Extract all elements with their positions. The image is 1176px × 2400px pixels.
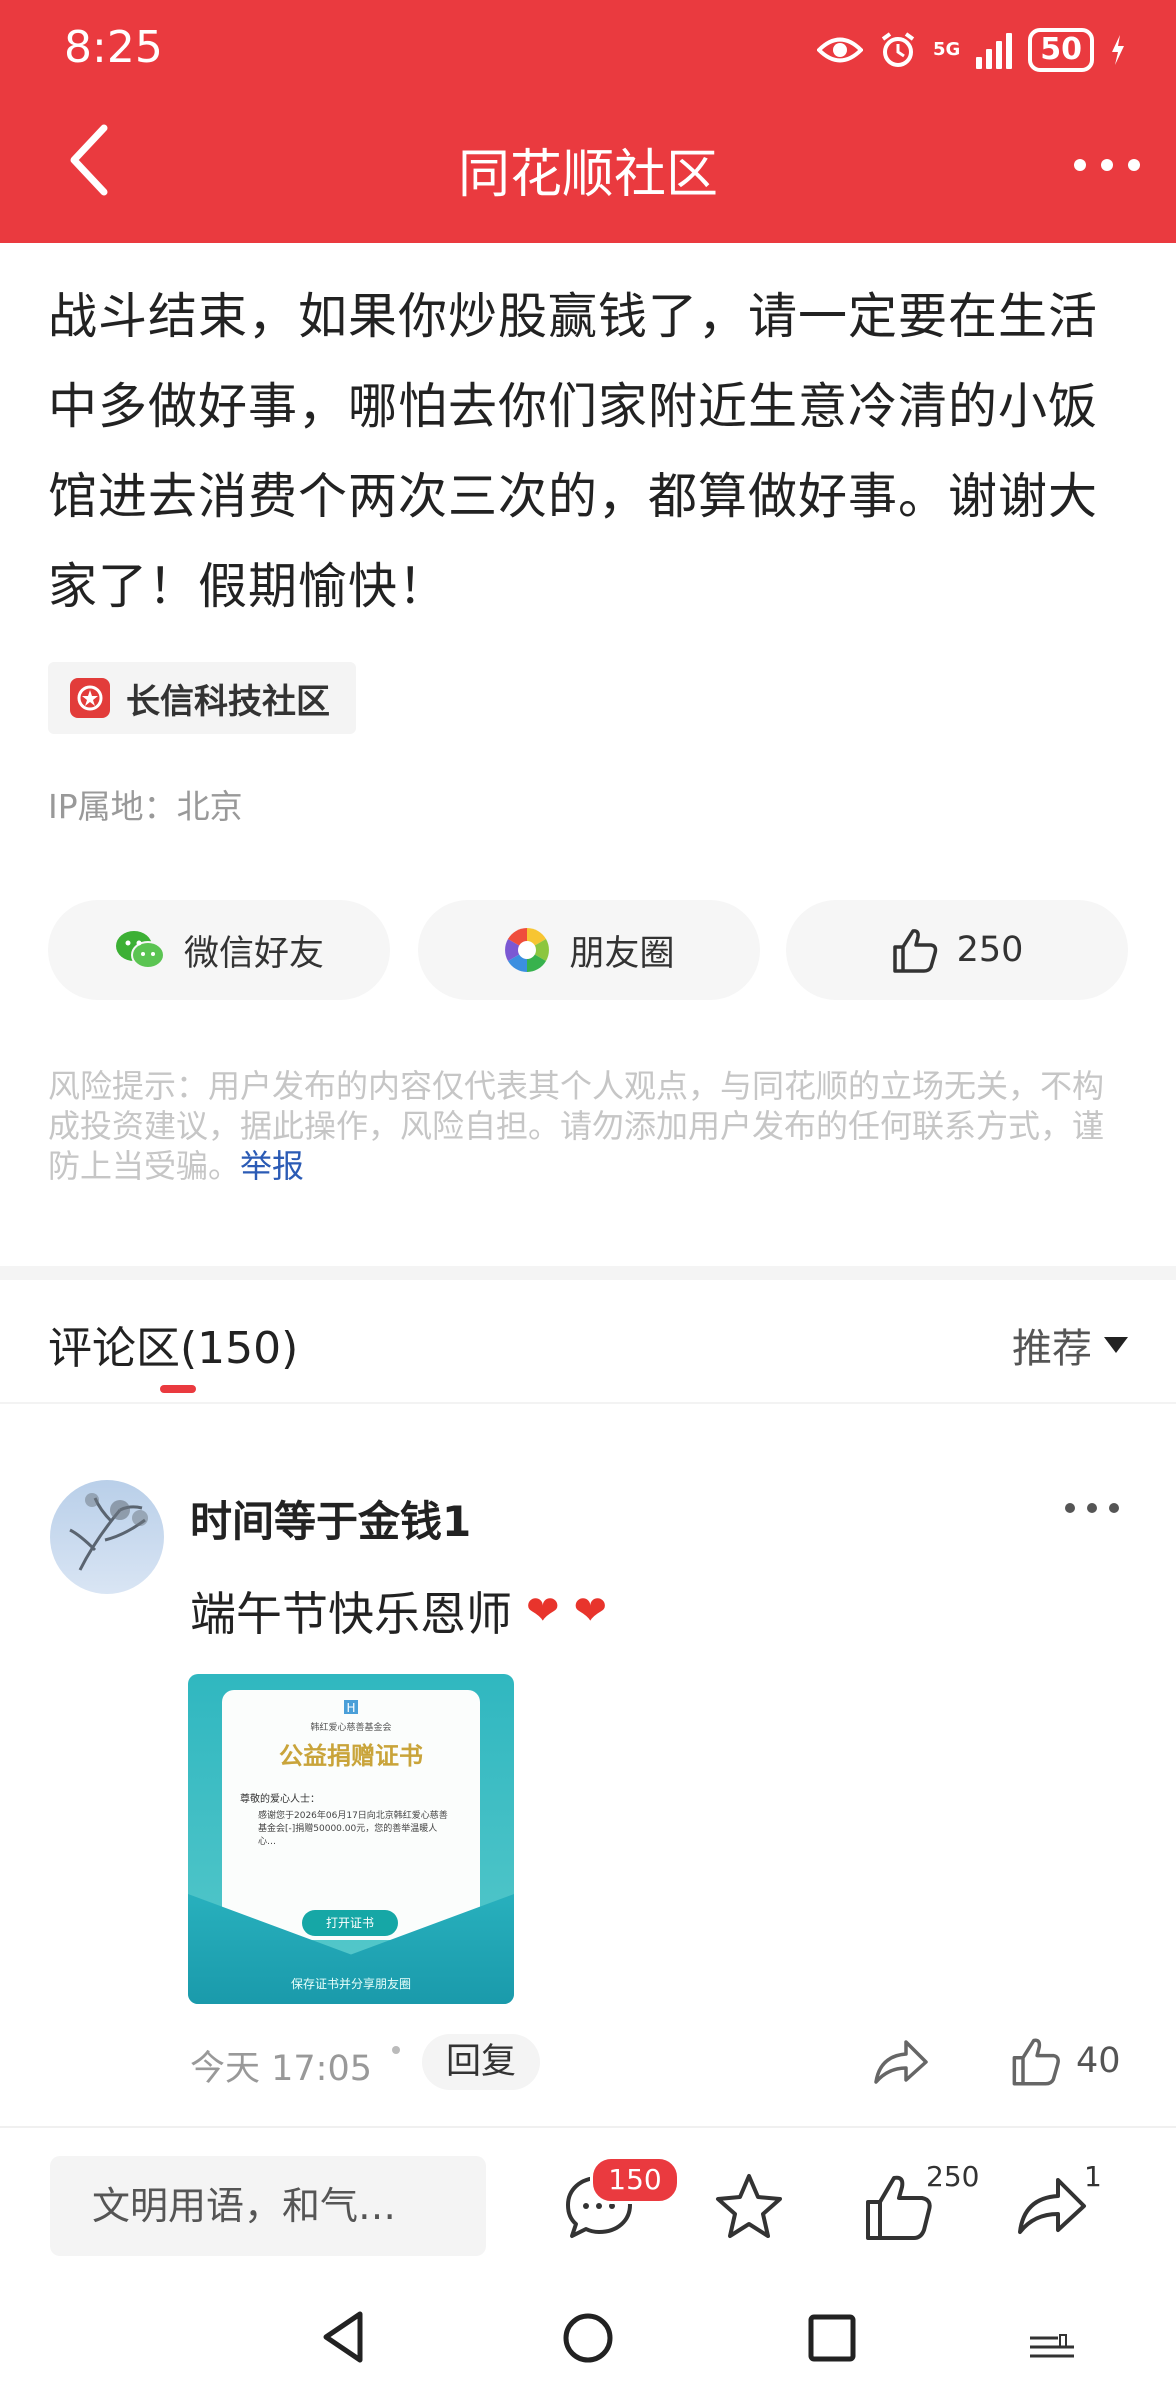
more-options-icon[interactable] — [1072, 150, 1142, 180]
comment-time: 今天 17:05 — [190, 2049, 372, 2089]
thumbs-up-icon — [892, 929, 937, 973]
section-divider — [0, 1266, 1176, 1280]
eye-icon — [816, 37, 863, 63]
share-wechat-button[interactable]: 微信好友 — [48, 900, 390, 1000]
charging-icon — [1112, 35, 1124, 65]
signal-icon — [976, 31, 1013, 69]
nav-home-icon[interactable] — [562, 2312, 614, 2364]
community-logo-icon — [70, 678, 110, 718]
certificate-greeting: 尊敬的爱心人士： — [240, 1794, 320, 1805]
reply-button[interactable]: 回复 — [422, 2034, 541, 2090]
watermark-icon — [1030, 2334, 1074, 2358]
open-certificate-button: 打开证书 — [302, 1910, 398, 1936]
report-link[interactable]: 举报 — [240, 1147, 304, 1185]
divider-line — [0, 1402, 1176, 1404]
risk-notice-text: 风险提示：用户发布的内容仅代表其个人观点，与同花顺的立场无关，不构成投资建议，据… — [48, 1067, 1105, 1185]
battery-indicator: 50 — [1028, 28, 1094, 72]
nav-back-icon[interactable] — [318, 2310, 368, 2364]
share-moments-button[interactable]: 朋友圈 — [418, 900, 760, 1000]
comment-username[interactable]: 时间等于金钱1 — [190, 1488, 471, 1549]
moments-icon — [505, 928, 550, 972]
certificate-card: H 韩红爱心慈善基金会 公益捐赠证书 尊敬的爱心人士： 感谢您于2026年06月… — [222, 1690, 480, 1940]
comment-share-icon[interactable] — [870, 2036, 930, 2092]
like-button[interactable]: 250 — [786, 900, 1128, 1000]
page-title: 同花顺社区 — [457, 145, 718, 205]
comment-more-icon[interactable] — [1064, 1500, 1120, 1516]
comment-input[interactable]: 文明用语，和气… — [50, 2156, 486, 2256]
ip-location: IP属地：北京 — [48, 787, 243, 826]
share-icon[interactable] — [1014, 2170, 1088, 2244]
post-content: 战斗结束，如果你炒股赢钱了，请一定要在生活中多做好事，哪怕去你们家附近生意冷清的… — [48, 288, 1099, 615]
alarm-icon — [881, 32, 915, 67]
nav-recents-icon[interactable] — [808, 2314, 856, 2362]
comment-like-button[interactable]: 40 — [1010, 2036, 1121, 2086]
share-count: 1 — [1084, 2160, 1102, 2193]
bottom-like-count: 250 — [926, 2160, 980, 2193]
sort-dropdown[interactable]: 推荐 — [1012, 1316, 1128, 1374]
comment-count-badge: 150 — [590, 2156, 680, 2204]
share-moments-label: 朋友圈 — [569, 933, 675, 974]
sort-label: 推荐 — [1012, 1326, 1092, 1372]
network-type: 5G — [932, 39, 961, 60]
wechat-icon — [115, 931, 165, 969]
thumbs-up-icon[interactable] — [862, 2170, 936, 2244]
certificate-footer: 保存证书并分享朋友圈 — [290, 1977, 411, 1991]
certificate-title: 公益捐赠证书 — [279, 1742, 423, 1770]
status-time: 8:25 — [64, 22, 163, 73]
star-icon[interactable] — [712, 2170, 786, 2244]
status-icons: 5G 50 — [816, 24, 1126, 76]
certificate-logo-icon: H — [222, 1698, 480, 1720]
share-wechat-label: 微信好友 — [183, 933, 324, 974]
svg-text:H: H — [346, 1701, 355, 1715]
comment-text-row: 端午节快乐恩师 ❤ ❤ — [190, 1578, 607, 1644]
topic-tag[interactable]: 长信科技社区 — [48, 662, 356, 734]
thumbs-up-icon — [1012, 2038, 1060, 2086]
topic-label: 长信科技社区 — [126, 681, 330, 722]
donation-certificate-image[interactable]: H 韩红爱心慈善基金会 公益捐赠证书 尊敬的爱心人士： 感谢您于2026年06月… — [188, 1674, 514, 2004]
risk-notice: 风险提示：用户发布的内容仅代表其个人观点，与同花顺的立场无关，不构成投资建议，据… — [48, 1066, 1128, 1186]
active-tab-indicator — [160, 1385, 196, 1393]
heart-icon: ❤ — [526, 1588, 560, 1634]
certificate-org: 韩红爱心慈善基金会 — [310, 1723, 392, 1733]
comments-title[interactable]: 评论区(150) — [48, 1312, 298, 1376]
comment-text: 端午节快乐恩师 — [190, 1587, 512, 1641]
like-count: 250 — [956, 930, 1024, 970]
certificate-body: 感谢您于2026年06月17日向北京韩红爱心慈善基金会[-]捐赠50000.00… — [258, 1811, 448, 1847]
heart-icon: ❤ — [573, 1588, 608, 1634]
comment-like-count: 40 — [1076, 2041, 1121, 2081]
avatar[interactable] — [50, 1480, 164, 1594]
caret-down-icon — [1104, 1337, 1128, 1353]
separator-dot — [392, 2046, 400, 2054]
